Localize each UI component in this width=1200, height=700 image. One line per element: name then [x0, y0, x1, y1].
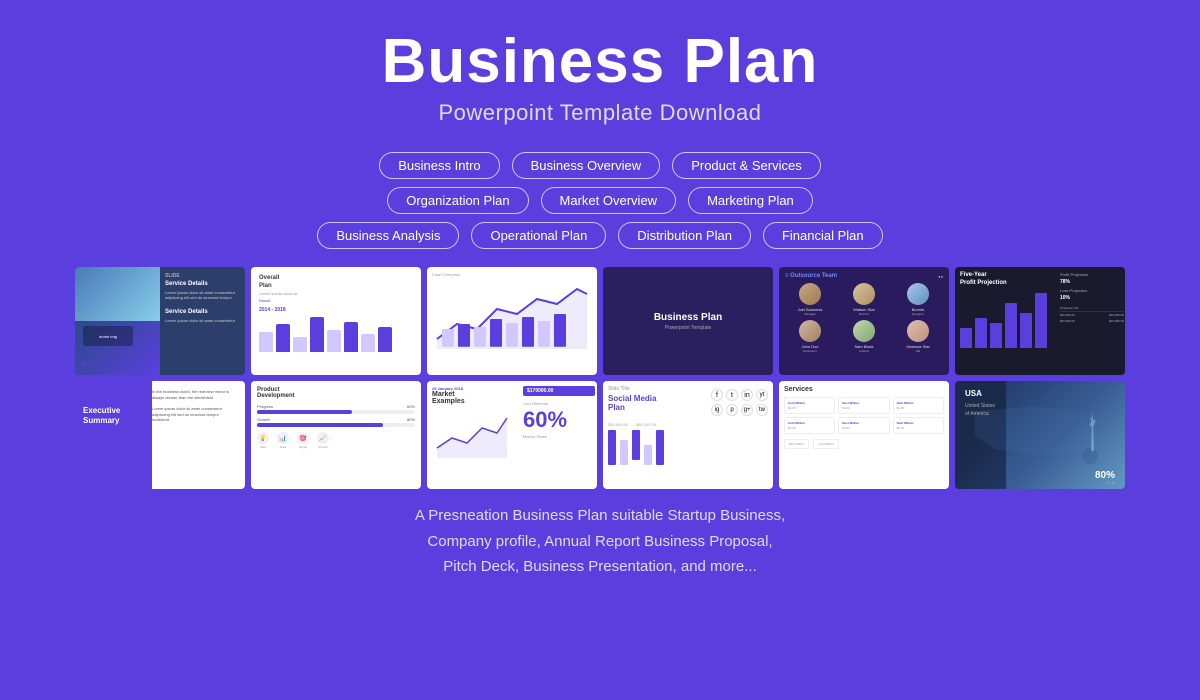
footer-line-3: Pitch Deck, Business Presentation, and m…: [415, 554, 785, 580]
tag-marketing-plan[interactable]: Marketing Plan: [688, 187, 813, 214]
tag-organization-plan[interactable]: Organization Plan: [387, 187, 528, 214]
slide-usa-map[interactable]: USA United States of America 80% 10 M: [955, 381, 1125, 489]
slide-overall-plan[interactable]: Overall Plan Lorem ipsum dolor sit Resul…: [251, 267, 421, 375]
subtitle: Powerpoint Template Download: [382, 100, 819, 126]
tag-operational-plan[interactable]: Operational Plan: [471, 222, 606, 249]
slide-product-development[interactable]: Product Development Progress60% Growth80…: [251, 381, 421, 489]
slide-executive-summary[interactable]: ExecutiveSummary In the business world, …: [75, 381, 245, 489]
footer-line-1: A Presneation Business Plan suitable Sta…: [415, 503, 785, 529]
slide-line-chart[interactable]: Chart Overview: [427, 267, 597, 375]
tag-distribution-plan[interactable]: Distribution Plan: [618, 222, 751, 249]
header-section: Business Plan Powerpoint Template Downlo…: [382, 0, 819, 136]
footer-section: A Presneation Business Plan suitable Sta…: [415, 503, 785, 580]
slide-service-details[interactable]: drone img + SLIDE Service Details Lorem …: [75, 267, 245, 375]
slide-business-plan-dark[interactable]: Business Plan Powerpoint Template: [603, 267, 773, 375]
slide-services[interactable]: Services Gold Million $0.00 Best Million…: [779, 381, 949, 489]
slide-outsource-team[interactable]: ≡ Outsource Team ●● Joel Business Manage…: [779, 267, 949, 375]
tags-row-2: Organization Plan Market Overview Market…: [387, 187, 813, 214]
slides-section: drone img + SLIDE Service Details Lorem …: [0, 267, 1200, 489]
tags-row-1: Business Intro Business Overview Product…: [379, 152, 820, 179]
main-title: Business Plan: [382, 28, 819, 96]
footer-line-2: Company profile, Annual Report Business …: [415, 529, 785, 555]
slides-row-1: drone img + SLIDE Service Details Lorem …: [20, 267, 1180, 375]
tag-market-overview[interactable]: Market Overview: [541, 187, 677, 214]
tags-row-3: Business Analysis Operational Plan Distr…: [317, 222, 882, 249]
tag-business-overview[interactable]: Business Overview: [512, 152, 661, 179]
slides-row-2: ExecutiveSummary In the business world, …: [20, 381, 1180, 489]
slide-social-media-plan[interactable]: Slide Title Social Media Plan f t in yt …: [603, 381, 773, 489]
tag-business-analysis[interactable]: Business Analysis: [317, 222, 459, 249]
slide-profit-projection[interactable]: Five-Year Profit Projection Profit Proje…: [955, 267, 1125, 375]
tags-section: Business Intro Business Overview Product…: [317, 152, 882, 249]
slide-market-examples[interactable]: 25 January 2018 MarketExamples $170000.0…: [427, 381, 597, 489]
tag-financial-plan[interactable]: Financial Plan: [763, 222, 883, 249]
tag-product-services[interactable]: Product & Services: [672, 152, 821, 179]
tag-business-intro[interactable]: Business Intro: [379, 152, 499, 179]
